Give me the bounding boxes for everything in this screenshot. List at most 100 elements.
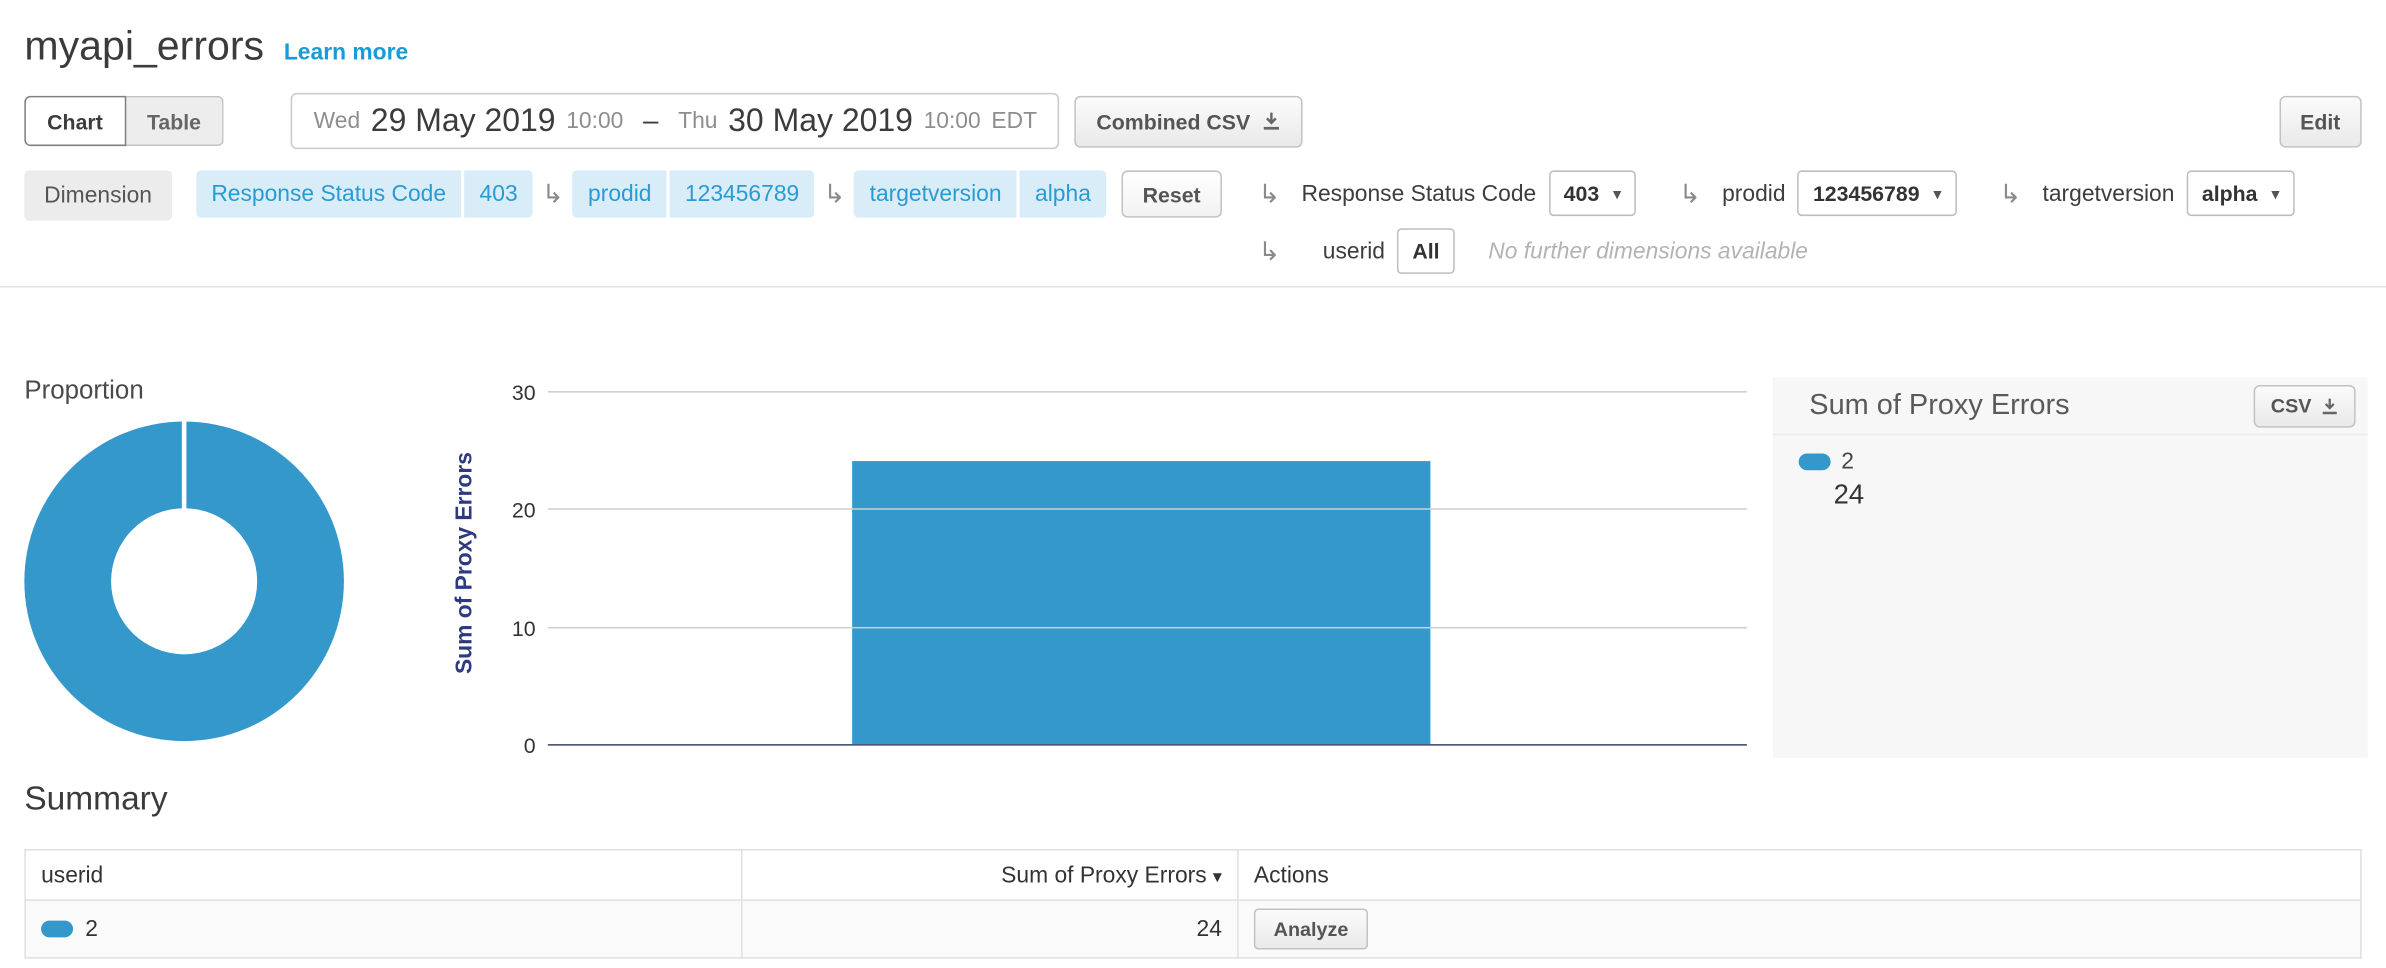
filter-prodid: ↳ prodid 123456789 ▾: [1670, 170, 1957, 216]
date-range-separator: –: [643, 105, 658, 137]
proportion-title: Proportion: [24, 376, 143, 406]
series-color-swatch-icon: [1799, 453, 1831, 470]
filter-select-prodid[interactable]: 123456789 ▾: [1798, 170, 1957, 216]
table-view-button[interactable]: Table: [126, 96, 224, 146]
csv-button[interactable]: CSV: [2254, 384, 2356, 427]
download-icon: [1261, 111, 1281, 131]
filter-selected-value: All: [1412, 239, 1439, 263]
proportion-donut-chart: [24, 408, 426, 753]
breadcrumb-targetversion[interactable]: targetversion alpha: [854, 170, 1106, 217]
table-header-row: userid Sum of Proxy Errors ▾ Actions: [25, 850, 2361, 900]
breadcrumb-name: targetversion: [854, 170, 1016, 217]
breadcrumb-name: Response Status Code: [196, 170, 461, 217]
drill-down-icon: ↳: [824, 181, 846, 207]
breadcrumb-response-status-code[interactable]: Response Status Code 403: [196, 170, 533, 217]
chevron-down-icon: ▾: [2271, 183, 2279, 203]
filter-targetversion: ↳ targetversion alpha ▾: [1990, 170, 2294, 216]
csv-label: CSV: [2271, 394, 2312, 417]
dimension-label: Dimension: [24, 170, 171, 220]
dimension-bar: Dimension Response Status Code 403 ↳ pro…: [0, 170, 2386, 287]
start-time: 10:00: [566, 108, 623, 134]
y-axis-title: Sum of Proxy Errors: [452, 411, 482, 715]
bar-series-rect[interactable]: [852, 462, 1430, 744]
filter-select-response-status-code[interactable]: 403 ▾: [1548, 170, 1636, 216]
chart-view-button[interactable]: Chart: [24, 96, 125, 146]
download-icon: [2321, 396, 2339, 414]
drill-down-icon: ↳: [1258, 180, 1280, 206]
breadcrumb-value: 403: [464, 170, 533, 217]
y-tick-label: 20: [484, 500, 536, 521]
summary-heading: Summary: [24, 779, 2361, 819]
page-title: myapi_errors: [24, 23, 264, 70]
filter-name: targetversion: [2043, 180, 2175, 206]
gridline-y-30: [548, 391, 1747, 393]
column-header-userid: userid: [25, 850, 742, 900]
drill-down-icon: ↳: [542, 181, 564, 207]
drill-down-icon: ↳: [2000, 180, 2022, 206]
start-date: 29 May 2019: [371, 103, 556, 140]
userid-value: 2: [85, 916, 98, 942]
donut-ring[interactable]: [24, 422, 344, 742]
breadcrumb-name: prodid: [573, 170, 667, 217]
chevron-down-icon: ▾: [1613, 183, 1621, 203]
summary-table: userid Sum of Proxy Errors ▾ Actions 2: [24, 849, 2361, 959]
charts-section: Proportion Sum of Proxy Errors 0102030 S…: [0, 373, 2386, 761]
dimension-breadcrumbs: Response Status Code 403 ↳ prodid 123456…: [196, 170, 1106, 217]
analyze-button[interactable]: Analyze: [1254, 908, 1368, 949]
combined-csv-button[interactable]: Combined CSV: [1075, 95, 1302, 147]
end-day: Thu: [678, 108, 717, 134]
filter-selected-value: alpha: [2202, 181, 2258, 205]
end-date: 30 May 2019: [728, 103, 913, 140]
end-time: 10:00: [924, 108, 981, 134]
column-header-actions: Actions: [1238, 850, 2361, 900]
dimension-filters: ↳ Response Status Code 403 ▾ ↳ prodid 12…: [1249, 170, 2361, 273]
app-root: myapi_errors Learn more Chart Table Wed …: [0, 0, 2386, 968]
y-tick-label: 0: [484, 735, 536, 756]
summary-section: Summary userid Sum of Proxy Errors ▾ Acti…: [24, 779, 2361, 959]
donut-hole: [111, 508, 257, 654]
breadcrumb-prodid[interactable]: prodid 123456789: [573, 170, 815, 217]
gridline-y-0: [548, 744, 1747, 746]
column-header-label: Sum of Proxy Errors: [1001, 862, 1206, 888]
cell-sum-of-proxy-errors: 24: [742, 900, 1238, 958]
series-color-swatch-icon: [41, 921, 73, 938]
y-tick-label: 10: [484, 617, 536, 638]
no-more-dimensions-note: No further dimensions available: [1488, 238, 1808, 264]
breadcrumb-value: 123456789: [670, 170, 815, 217]
cell-userid: 2: [25, 900, 742, 958]
drill-down-icon: ↳: [1258, 238, 1280, 264]
learn-more-link[interactable]: Learn more: [284, 40, 408, 66]
filter-select-targetversion[interactable]: alpha ▾: [2187, 170, 2295, 216]
filter-response-status-code: ↳ Response Status Code 403 ▾: [1249, 170, 1636, 216]
toolbar: Chart Table Wed 29 May 2019 10:00 – Thu …: [24, 93, 2361, 149]
filter-name: Response Status Code: [1301, 180, 1536, 206]
drill-down-icon: ↳: [1679, 180, 1701, 206]
view-toggle: Chart Table: [24, 96, 223, 146]
filter-name: userid: [1323, 238, 1385, 264]
filter-selected-value: 123456789: [1813, 181, 1920, 205]
legend-item[interactable]: 2: [1799, 449, 2368, 475]
date-range-picker[interactable]: Wed 29 May 2019 10:00 – Thu 30 May 2019 …: [291, 93, 1060, 149]
donut-slice-divider: [182, 422, 187, 510]
sort-descending-icon: ▾: [1213, 865, 1222, 886]
bar-plot: 0102030: [548, 393, 1747, 746]
legend-header: Sum of Proxy Errors CSV: [1773, 377, 2368, 435]
edit-button[interactable]: Edit: [2279, 95, 2362, 147]
filter-select-userid[interactable]: All: [1397, 228, 1455, 274]
y-tick-label: 30: [484, 382, 536, 403]
page-header: myapi_errors Learn more: [0, 0, 2386, 70]
gridline-y-20: [548, 509, 1747, 511]
gridline-y-10: [548, 626, 1747, 628]
chevron-down-icon: ▾: [1933, 183, 1941, 203]
combined-csv-label: Combined CSV: [1096, 109, 1250, 133]
legend-panel: Sum of Proxy Errors CSV 2 24: [1773, 377, 2368, 757]
timezone: EDT: [991, 108, 1037, 134]
column-header-sum-of-proxy-errors[interactable]: Sum of Proxy Errors ▾: [742, 850, 1238, 900]
breadcrumb-value: alpha: [1020, 170, 1106, 217]
filter-selected-value: 403: [1564, 181, 1600, 205]
cell-actions: Analyze: [1238, 900, 2361, 958]
filter-name: prodid: [1722, 180, 1785, 206]
reset-button[interactable]: Reset: [1121, 170, 1222, 217]
legend-title: Sum of Proxy Errors: [1809, 389, 2069, 422]
legend-item-value: 24: [1834, 479, 2368, 511]
